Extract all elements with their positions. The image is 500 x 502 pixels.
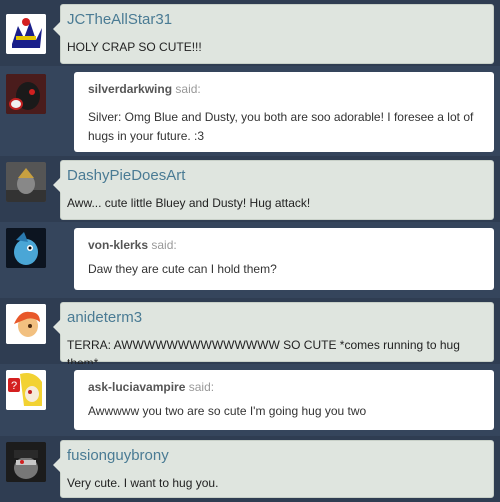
comment-text: Very cute. I want to hug you. (67, 476, 219, 490)
avatar-fusionguybrony[interactable] (6, 442, 46, 482)
comment-username[interactable]: anideterm3 (67, 309, 142, 326)
comment-username[interactable]: fusionguybrony (67, 447, 169, 464)
comment-row-fusionguybrony: fusionguybrony Very cute. I want to hug … (0, 436, 500, 502)
avatar-anideterm3[interactable] (6, 304, 46, 344)
reply-text: Daw they are cute can I hold them? (88, 262, 277, 276)
reply-row-silverdarkwing: silverdarkwing said: Silver: Omg Blue an… (0, 66, 500, 156)
reply-said-label: said: (188, 380, 215, 394)
reply-username[interactable]: von-klerks (88, 238, 148, 252)
reply-box: silverdarkwing said: Silver: Omg Blue an… (74, 72, 494, 152)
avatar-dashypiedoesart[interactable] (6, 162, 46, 202)
svg-text:?: ? (11, 380, 17, 392)
comment-row-anideterm3: anideterm3 TERRA: AWWWWWWWWWWWWWW SO CUT… (0, 298, 500, 370)
reply-row-ask-luciavampire: ? ask-luciavampire said: Awwwww you two … (0, 364, 500, 436)
reply-header: silverdarkwing said: (88, 82, 201, 96)
comment-text: HOLY CRAP SO CUTE!!! (67, 40, 202, 54)
comment-pointer (53, 319, 61, 335)
comment-box: DashyPieDoesArt Aww... cute little Bluey… (53, 160, 494, 220)
comment-row-jctheallstar31: JCTheAllStar31 HOLY CRAP SO CUTE!!! (0, 0, 500, 66)
reply-username[interactable]: silverdarkwing (88, 82, 172, 96)
comment-pointer (53, 21, 61, 37)
comment-pointer (53, 177, 61, 193)
reply-said-label: said: (151, 238, 177, 252)
avatar-jctheallstar31[interactable] (6, 14, 46, 54)
reply-box: von-klerks said: Daw they are cute can I… (74, 228, 494, 290)
comment-username[interactable]: DashyPieDoesArt (67, 167, 185, 184)
reply-row-von-klerks: von-klerks said: Daw they are cute can I… (0, 222, 500, 298)
reply-header: ask-luciavampire said: (88, 380, 214, 394)
reply-header: von-klerks said: (88, 238, 177, 252)
reply-said-label: said: (175, 82, 201, 96)
avatar-von-klerks[interactable] (6, 228, 46, 268)
comment-text: Aww... cute little Bluey and Dusty! Hug … (67, 196, 311, 210)
avatar-silverdarkwing[interactable] (6, 74, 46, 114)
reply-text: Awwwww you two are so cute I'm going hug… (88, 404, 367, 418)
reply-username[interactable]: ask-luciavampire (88, 380, 185, 394)
comment-box: JCTheAllStar31 HOLY CRAP SO CUTE!!! (53, 4, 494, 64)
comment-pointer (53, 457, 61, 473)
reply-box: ask-luciavampire said: Awwwww you two ar… (74, 370, 494, 430)
avatar-ask-luciavampire[interactable]: ? (6, 370, 46, 410)
comment-username[interactable]: JCTheAllStar31 (67, 11, 172, 28)
reply-text: Silver: Omg Blue and Dusty, you both are… (88, 110, 474, 143)
comment-row-dashypiedoesart: DashyPieDoesArt Aww... cute little Bluey… (0, 156, 500, 222)
comment-box: anideterm3 TERRA: AWWWWWWWWWWWWWW SO CUT… (53, 302, 494, 370)
comment-box: fusionguybrony Very cute. I want to hug … (53, 440, 494, 498)
